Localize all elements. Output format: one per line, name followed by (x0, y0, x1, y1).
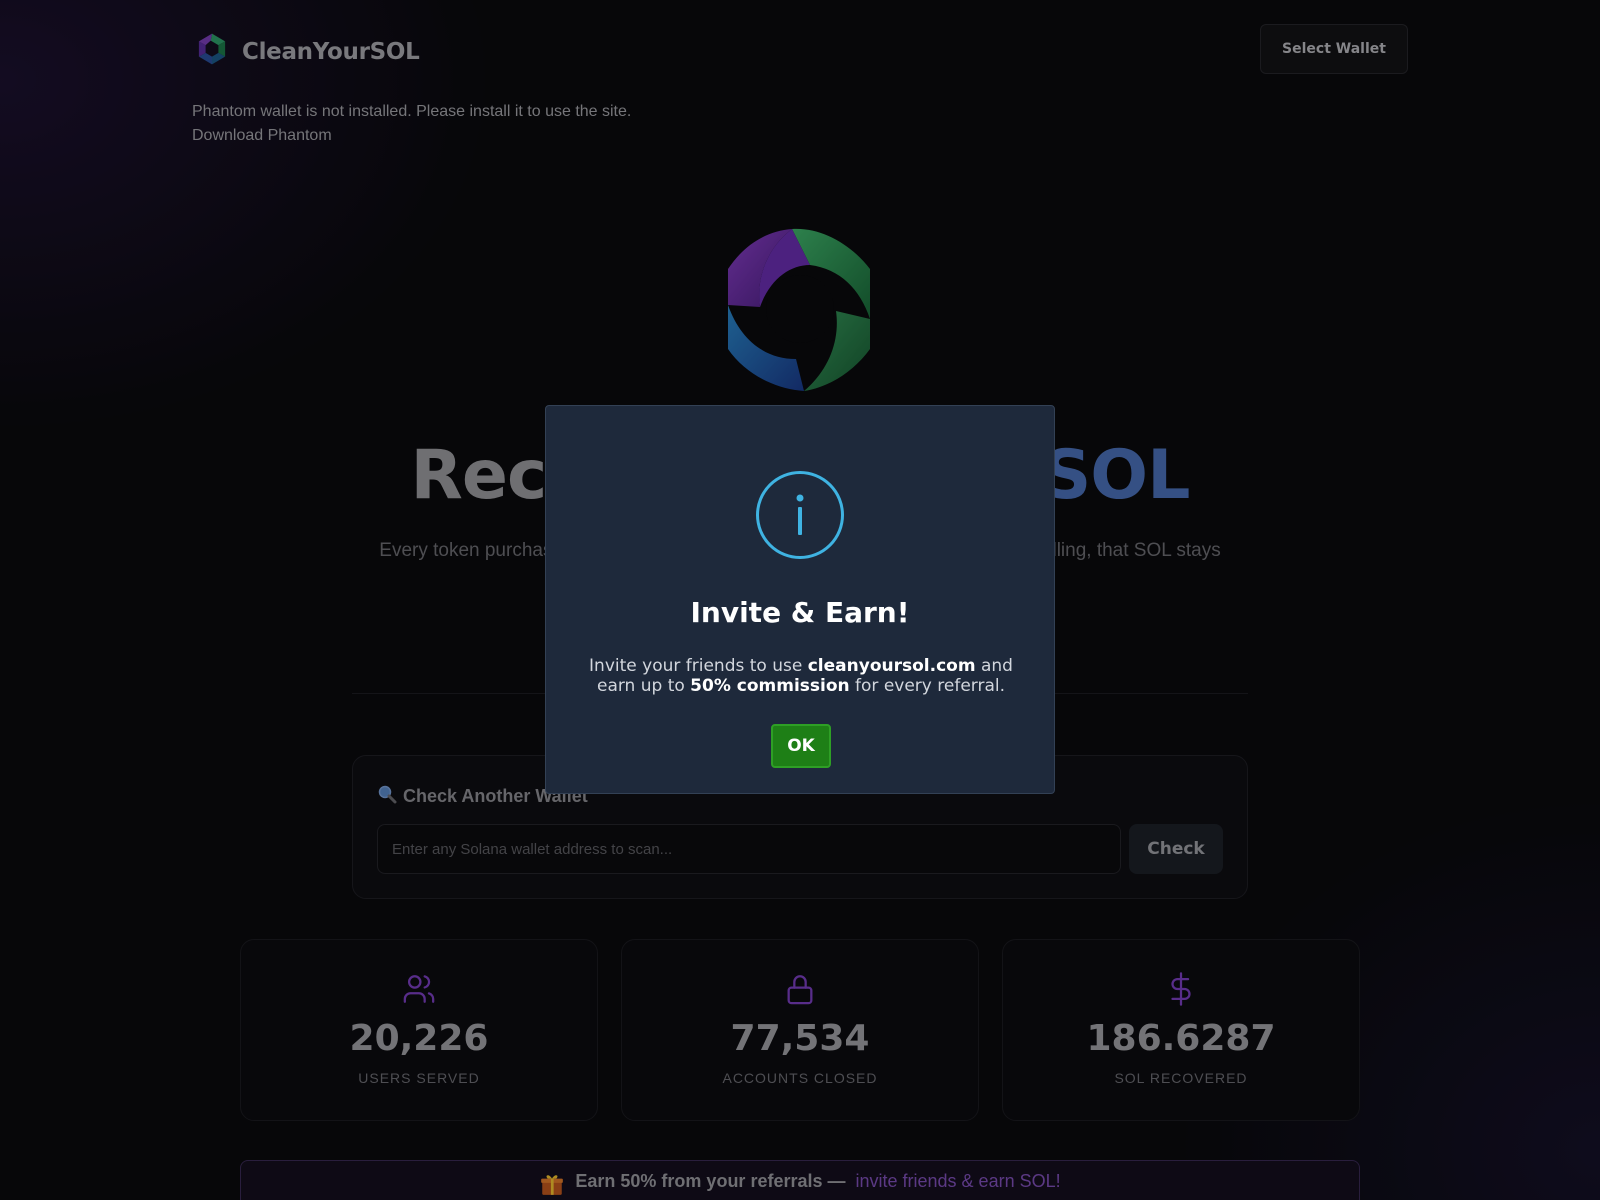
info-icon (756, 471, 844, 559)
modal-title: Invite & Earn! (690, 596, 910, 629)
modal-text: Invite your friends to use cleanyoursol.… (586, 656, 1016, 696)
modal-text-1: Invite your friends to use (589, 656, 808, 676)
modal-commission: 50% commission (690, 676, 850, 696)
invite-modal: Invite & Earn! Invite your friends to us… (545, 405, 1055, 794)
modal-domain: cleanyoursol.com (807, 656, 976, 676)
ok-button[interactable]: OK (771, 724, 831, 768)
modal-text-3: for every referral. (849, 676, 1005, 696)
